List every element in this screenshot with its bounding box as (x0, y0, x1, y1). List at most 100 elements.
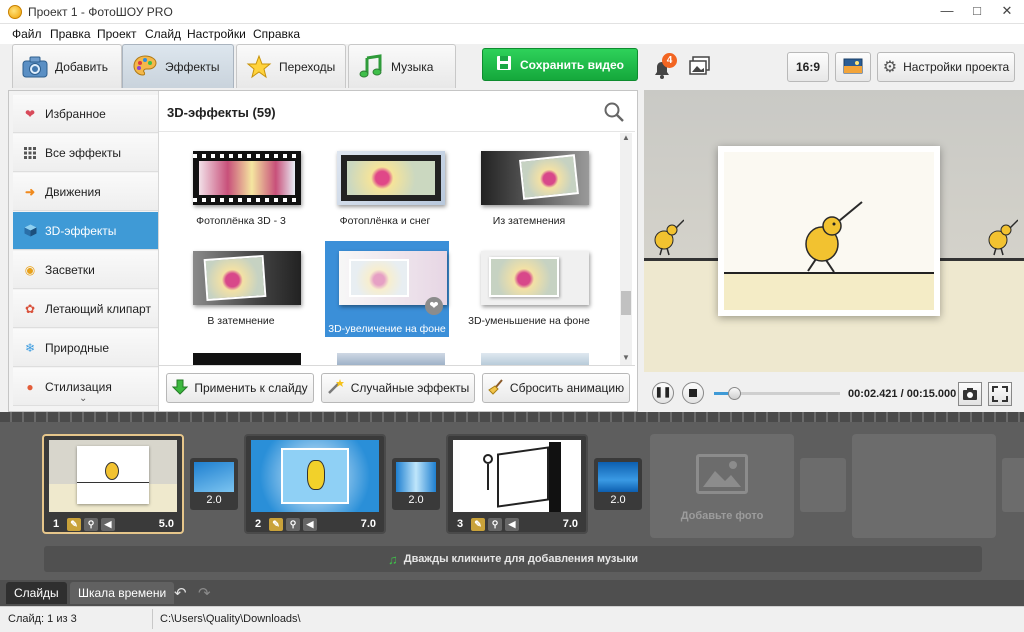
undo-icon[interactable]: ↶ (174, 584, 187, 602)
random-effects-button[interactable]: Случайные эффекты (321, 373, 475, 403)
slide-thumbnail (49, 440, 177, 512)
tab-music-label: Музыка (391, 59, 434, 74)
magnifier-icon[interactable]: ⚲ (488, 517, 502, 531)
maximize-button[interactable]: □ (962, 0, 992, 24)
background-image-button[interactable] (835, 52, 871, 82)
gallery-heading: 3D-эффекты (59) (167, 105, 276, 120)
image-gallery-icon[interactable] (688, 56, 714, 80)
menu-project[interactable]: Проект (97, 27, 137, 41)
menu-help[interactable]: Справка (253, 27, 300, 41)
empty-slide-slot[interactable] (852, 434, 996, 538)
notifications-bell-icon[interactable]: 4 (650, 53, 677, 82)
tab-timeline[interactable]: Шкала времени (70, 582, 175, 604)
magnifier-icon[interactable]: ⚲ (286, 517, 300, 531)
slide-footer: 3 ✎ ⚲ ◀ 7.0 (452, 516, 582, 532)
speaker-icon[interactable]: ◀ (101, 517, 115, 531)
minimize-button[interactable]: — (932, 0, 962, 24)
arrow-right-icon: ➜ (24, 184, 36, 199)
slide-card[interactable]: 1 ✎ ⚲ ◀ 5.0 (42, 434, 184, 534)
slide-card[interactable]: 2 ✎ ⚲ ◀ 7.0 (244, 434, 386, 534)
slide-number: 1 (52, 518, 60, 530)
sidebar-item-favorites[interactable]: ❤ Избранное (13, 95, 158, 133)
sidebar-item-3d-effects[interactable]: 3D-эффекты (13, 212, 158, 250)
speaker-icon[interactable]: ◀ (303, 517, 317, 531)
pencil-icon[interactable]: ✎ (471, 517, 485, 531)
scroll-down-icon[interactable]: ▼ (622, 353, 630, 362)
film-strip-edge (0, 412, 1024, 422)
sidebar-item-light-leaks[interactable]: ◉ Засветки (13, 251, 158, 289)
effect-thumb-film-3d[interactable]: Фотоплёнка 3D - 3 (179, 147, 303, 243)
playback-progress-knob[interactable] (728, 387, 742, 400)
scrollbar-thumb[interactable] (621, 291, 631, 315)
effect-thumb-partial[interactable] (337, 353, 445, 365)
menu-file[interactable]: Файл (12, 27, 42, 41)
redo-icon[interactable]: ↷ (198, 584, 211, 602)
search-icon[interactable] (603, 101, 625, 123)
transition-thumbnail (194, 462, 234, 492)
gear-icon: ⚙ (882, 59, 898, 76)
effects-category-sidebar: ❤ Избранное Все эффекты ➜ Движения 3D-эф… (9, 91, 159, 411)
sidebar-item-all-effects[interactable]: Все эффекты (13, 134, 158, 172)
playback-progress-track[interactable] (714, 387, 840, 400)
scroll-up-icon[interactable]: ▲ (622, 133, 630, 142)
project-settings-button[interactable]: ⚙ Настройки проекта (877, 52, 1015, 82)
view-tabs: Слайды Шкала времени ↶ ↷ (0, 580, 1024, 606)
effect-thumb-3d-zoom-out[interactable]: 3D-уменьшение на фоне (467, 247, 591, 343)
apply-to-slide-button[interactable]: Применить к слайду (166, 373, 314, 403)
kiwi-bird-center-image (794, 196, 864, 274)
effect-thumb-fade-out[interactable]: В затемнение (179, 247, 303, 343)
transition-thumbnail (598, 462, 638, 492)
broom-icon (488, 378, 504, 398)
effect-label: Фотоплёнка и снег (339, 215, 431, 227)
pencil-icon[interactable]: ✎ (269, 517, 283, 531)
save-video-button[interactable]: Сохранить видео (482, 48, 638, 81)
cube-icon (23, 224, 37, 238)
slides-timeline: 1 ✎ ⚲ ◀ 5.0 2.0 2 ✎ ⚲ ◀ 7.0 2.0 3 ✎ ⚲ ◀ … (0, 412, 1024, 580)
sidebar-item-label: 3D-эффекты (45, 223, 117, 238)
floppy-disk-icon (496, 55, 512, 74)
tab-effects[interactable]: Эффекты (122, 44, 234, 88)
music-note-small-icon: ♫ (387, 551, 398, 567)
effect-thumb-fade-in[interactable]: Из затемнения (467, 147, 591, 243)
add-photo-slot[interactable]: Добавьте фото (650, 434, 794, 538)
gallery-scrollbar[interactable]: ▲ ▼ (620, 133, 632, 365)
snapshot-button[interactable] (958, 382, 982, 406)
transition-card[interactable]: 2.0 (594, 458, 642, 510)
apply-label: Применить к слайду (194, 381, 308, 395)
magnifier-icon[interactable]: ⚲ (84, 517, 98, 531)
circle-icon: ● (26, 379, 34, 394)
chevron-down-icon[interactable]: ⌄ (79, 393, 87, 404)
slide-thumbnail (251, 440, 379, 512)
menu-edit[interactable]: Правка (50, 27, 91, 41)
palette-icon (131, 53, 159, 81)
effect-thumb-3d-zoom-in[interactable]: ❤ 3D-увеличение на фоне (325, 241, 449, 337)
effect-thumb-partial[interactable] (481, 353, 589, 365)
stop-button[interactable] (682, 382, 704, 404)
effect-thumb-partial[interactable] (193, 353, 301, 365)
effect-thumb-film-snow[interactable]: Фотоплёнка и снег (323, 147, 447, 243)
transition-duration: 2.0 (610, 494, 626, 506)
pencil-icon[interactable]: ✎ (67, 517, 81, 531)
slide-card[interactable]: 3 ✎ ⚲ ◀ 7.0 (446, 434, 588, 534)
music-track-bar[interactable]: ♫ Дважды кликните для добавления музыки (44, 546, 982, 572)
sidebar-item-flying-clipart[interactable]: ✿ Летающий клипарт (13, 290, 158, 328)
sidebar-item-label: Засветки (45, 262, 95, 277)
transition-card[interactable]: 2.0 (190, 458, 238, 510)
close-button[interactable]: ✕ (992, 0, 1022, 24)
reset-animation-button[interactable]: Сбросить анимацию (482, 373, 630, 403)
tab-transitions[interactable]: Переходы (236, 44, 346, 88)
favorite-heart-icon[interactable]: ❤ (425, 297, 443, 315)
tab-add[interactable]: Добавить (12, 44, 122, 88)
menu-settings[interactable]: Настройки (187, 27, 246, 41)
sidebar-item-nature[interactable]: ❄ Природные (13, 329, 158, 367)
aspect-ratio-button[interactable]: 16:9 (787, 52, 829, 82)
sidebar-item-motions[interactable]: ➜ Движения (13, 173, 158, 211)
menu-slide[interactable]: Слайд (145, 27, 181, 41)
tab-slides[interactable]: Слайды (6, 582, 67, 604)
camera-small-icon (959, 388, 981, 408)
speaker-icon[interactable]: ◀ (505, 517, 519, 531)
transition-card[interactable]: 2.0 (392, 458, 440, 510)
pause-button[interactable]: ❚❚ (652, 382, 674, 404)
tab-music[interactable]: Музыка (348, 44, 456, 88)
fullscreen-button[interactable] (988, 382, 1012, 406)
